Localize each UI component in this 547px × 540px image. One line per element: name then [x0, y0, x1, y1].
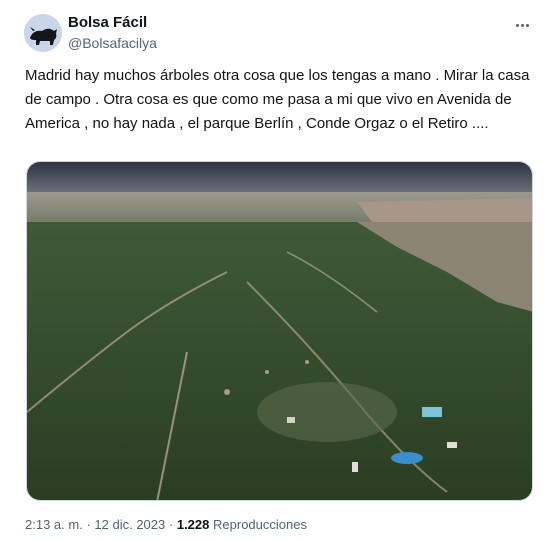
- more-dots-icon[interactable]: [511, 14, 533, 36]
- tweet-card: Bolsa Fácil @Bolsafacilya Madrid hay muc…: [0, 0, 547, 540]
- tweet-meta: 2:13 a. m. · 12 dic. 2023 · 1.228 Reprod…: [25, 517, 307, 533]
- dot: [525, 23, 529, 27]
- aerial-park-photo: [27, 162, 532, 500]
- views-count: 1.228: [176, 517, 210, 532]
- tweet-text: Madrid hay muchos árboles otra cosa que …: [25, 67, 530, 132]
- tweet-date[interactable]: 12 dic. 2023: [94, 517, 165, 532]
- bull-logo-icon: [24, 14, 62, 52]
- dot: [520, 23, 524, 27]
- tweet-time[interactable]: 2:13 a. m.: [25, 517, 83, 532]
- views-label: Reproducciones: [213, 517, 307, 532]
- dot: [515, 23, 519, 27]
- tweet-photo[interactable]: [26, 161, 533, 501]
- author-block: Bolsa Fácil @Bolsafacilya: [68, 14, 157, 52]
- separator: ·: [86, 517, 91, 532]
- avatar[interactable]: [24, 14, 62, 52]
- separator: ·: [168, 517, 174, 532]
- author-display-name[interactable]: Bolsa Fácil: [68, 14, 157, 32]
- author-handle[interactable]: @Bolsafacilya: [68, 34, 157, 52]
